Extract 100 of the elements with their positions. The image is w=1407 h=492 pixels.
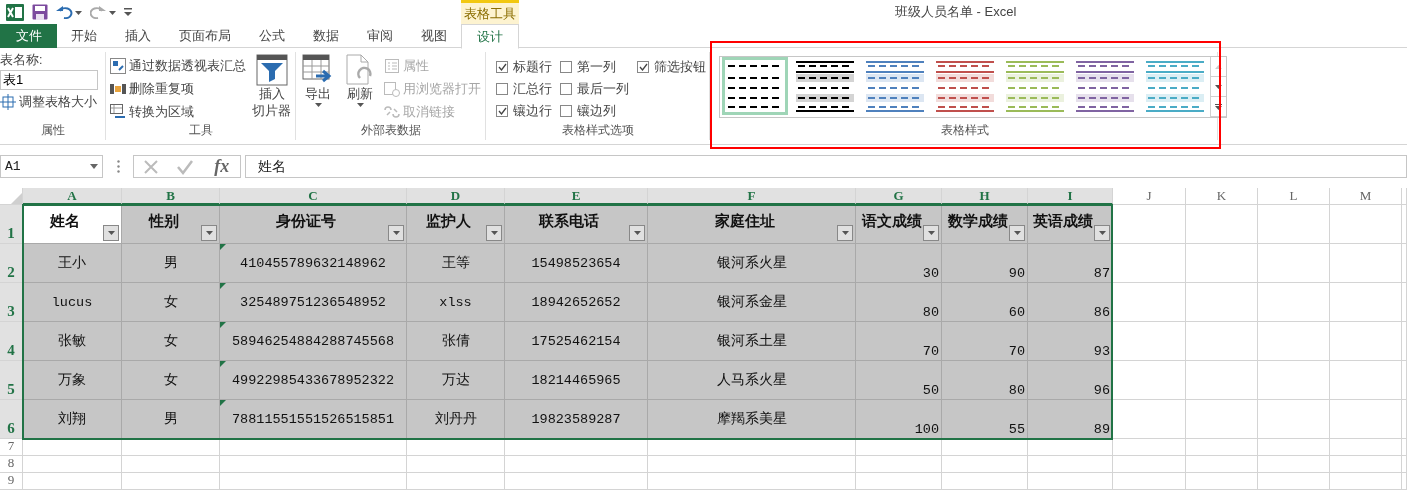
empty-cell[interactable] [856,473,942,490]
table-cell[interactable]: 100 [856,400,942,439]
undo-icon[interactable] [56,5,82,19]
table-cell[interactable]: 96 [1028,361,1113,400]
empty-cell[interactable] [1258,361,1330,400]
filter-button[interactable] [923,225,939,241]
ribbon-tab[interactable]: 审阅 [353,24,407,48]
file-tab[interactable]: 文件 [0,24,57,48]
empty-cell[interactable] [220,439,407,456]
empty-cell[interactable] [505,473,648,490]
filter-button[interactable] [103,225,119,241]
empty-cell[interactable] [1402,283,1407,322]
empty-cell[interactable] [1258,439,1330,456]
ribbon-tab[interactable]: 公式 [245,24,299,48]
table-cell[interactable]: 女 [122,361,220,400]
checkbox-label[interactable]: 最后一列 [577,80,629,98]
empty-cell[interactable] [942,456,1028,473]
empty-cell[interactable] [122,473,220,490]
table-cell[interactable]: 刘丹丹 [407,400,505,439]
table-cell[interactable]: 50 [856,361,942,400]
row-header[interactable]: 7 [0,439,23,456]
filter-button[interactable] [388,225,404,241]
empty-cell[interactable] [1330,244,1402,283]
empty-cell[interactable] [648,456,856,473]
table-cell[interactable]: 70 [942,322,1028,361]
grip-icon[interactable] [116,160,120,173]
empty-cell[interactable] [1402,322,1407,361]
table-cell[interactable]: xlss [407,283,505,322]
empty-cell[interactable] [1186,283,1258,322]
empty-cell[interactable] [1028,456,1113,473]
empty-cell[interactable] [1258,283,1330,322]
ribbon-tab[interactable]: 开始 [57,24,111,48]
filter-button[interactable] [1009,225,1025,241]
empty-cell[interactable] [220,473,407,490]
checkbox-label[interactable]: 镶边行 [513,102,552,120]
empty-cell[interactable] [23,439,122,456]
empty-cell[interactable] [1186,361,1258,400]
empty-cell[interactable] [1258,244,1330,283]
table-cell[interactable]: 80 [856,283,942,322]
table-cell[interactable]: 人马系火星 [648,361,856,400]
row-header[interactable]: 2 [0,244,23,283]
checkbox-label[interactable]: 标题行 [513,58,552,76]
table-cell[interactable]: 男 [122,244,220,283]
empty-cell[interactable] [1186,439,1258,456]
empty-cell[interactable] [856,456,942,473]
column-header[interactable]: K [1186,188,1258,205]
table-cell[interactable]: 87 [1028,244,1113,283]
table-cell[interactable]: 58946254884288745568 [220,322,407,361]
empty-cell[interactable] [1186,244,1258,283]
column-header[interactable]: J [1113,188,1186,205]
column-header[interactable]: M [1330,188,1402,205]
ribbon-command[interactable]: 插入 切片器 [252,52,291,122]
table-cell[interactable]: 女 [122,283,220,322]
empty-cell[interactable] [1186,205,1258,244]
table-cell[interactable]: 19823589287 [505,400,648,439]
filter-button[interactable] [837,225,853,241]
row-header[interactable]: 3 [0,283,23,322]
empty-cell[interactable] [1113,473,1186,490]
table-cell[interactable]: 王等 [407,244,505,283]
table-cell[interactable]: 银河系金星 [648,283,856,322]
empty-cell[interactable] [122,439,220,456]
ribbon-command[interactable]: 转换为区域 [110,102,246,122]
insert-function-button[interactable]: fx [212,156,232,177]
filter-button[interactable] [201,225,217,241]
empty-cell[interactable] [1186,322,1258,361]
ribbon-tab[interactable]: 数据 [299,24,353,48]
checkbox[interactable] [560,61,572,73]
table-cell[interactable]: 325489751236548952 [220,283,407,322]
row-header[interactable]: 6 [0,400,23,439]
checkbox-label[interactable]: 筛选按钮 [654,58,706,76]
save-icon[interactable] [32,4,48,20]
empty-cell[interactable] [23,473,122,490]
checkbox[interactable] [560,105,572,117]
empty-cell[interactable] [1402,456,1407,473]
filter-button[interactable] [1094,225,1110,241]
table-cell[interactable]: 女 [122,322,220,361]
empty-cell[interactable] [1113,456,1186,473]
empty-cell[interactable] [1258,400,1330,439]
empty-cell[interactable] [1258,456,1330,473]
table-cell[interactable]: 万象 [23,361,122,400]
redo-icon[interactable] [90,5,116,19]
table-cell[interactable]: 15498523654 [505,244,648,283]
empty-cell[interactable] [942,473,1028,490]
name-box[interactable]: A1 [0,155,103,178]
table-header-cell[interactable]: 家庭住址 [648,205,856,244]
table-cell[interactable]: 90 [942,244,1028,283]
empty-cell[interactable] [648,473,856,490]
table-header-cell[interactable]: 联系电话 [505,205,648,244]
ribbon-tab[interactable]: 设计 [461,24,519,49]
empty-cell[interactable] [1258,473,1330,490]
cancel-icon[interactable] [142,158,159,175]
checkbox-label[interactable]: 第一列 [577,58,616,76]
empty-cell[interactable] [1186,400,1258,439]
table-cell[interactable]: 银河系火星 [648,244,856,283]
table-cell[interactable]: 王小 [23,244,122,283]
empty-cell[interactable] [407,473,505,490]
empty-cell[interactable] [648,439,856,456]
empty-cell[interactable] [942,439,1028,456]
checkbox[interactable] [496,105,508,117]
table-header-cell[interactable]: 数学成绩 [942,205,1028,244]
